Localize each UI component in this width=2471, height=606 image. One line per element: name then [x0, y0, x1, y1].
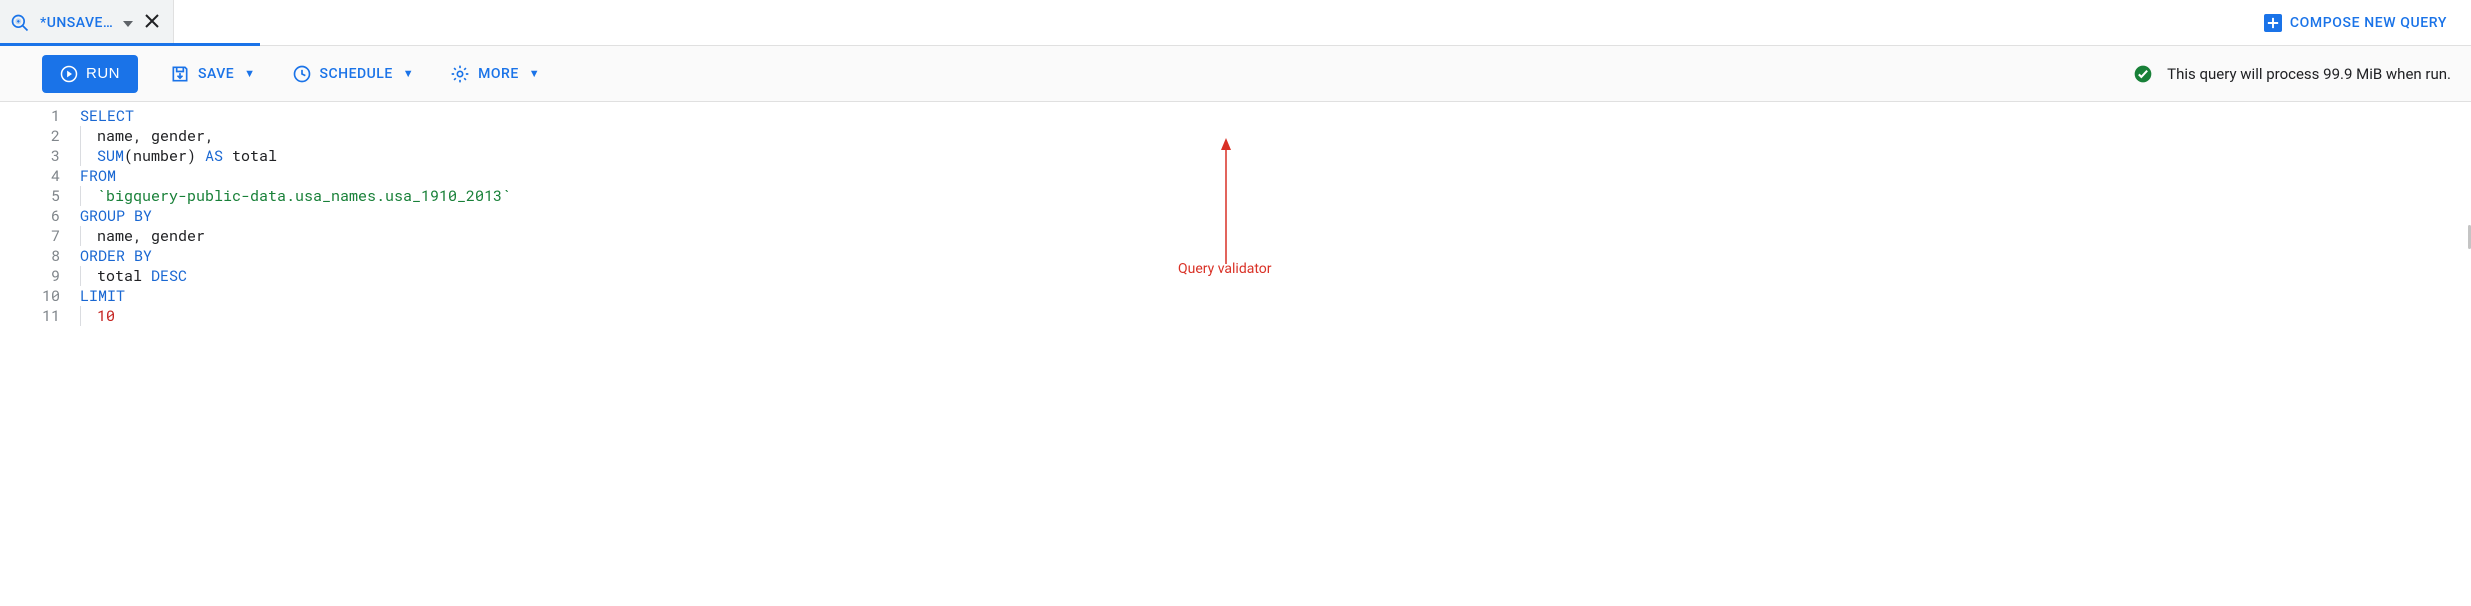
- close-icon[interactable]: [145, 12, 159, 33]
- code-token: FROM: [80, 166, 116, 186]
- line-gutter: 1234567891011: [0, 106, 80, 326]
- code-area[interactable]: SELECTname, gender,SUM(number) AS totalF…: [80, 106, 2471, 326]
- chevron-down-icon: ▼: [403, 67, 414, 80]
- editor-tab[interactable]: *UNSAVE…: [0, 0, 174, 46]
- code-line[interactable]: `bigquery-public-data.usa_names.usa_1910…: [80, 186, 2471, 206]
- code-line[interactable]: total DESC: [80, 266, 2471, 286]
- schedule-button[interactable]: SCHEDULE ▼: [288, 58, 419, 90]
- query-status: This query will process 99.9 MiB when ru…: [2133, 64, 2451, 84]
- query-magnify-icon: [10, 13, 30, 33]
- tabs-bar: *UNSAVE… COMPOSE NEW QUERY: [0, 0, 2471, 46]
- chevron-down-icon: ▼: [244, 67, 255, 80]
- indent-guide: [80, 146, 81, 166]
- indent-guide: [80, 226, 81, 246]
- code-line[interactable]: SELECT: [80, 106, 2471, 126]
- more-label: MORE: [478, 66, 519, 82]
- query-toolbar: RUN SAVE ▼ SCHEDULE ▼ MORE ▼ This query …: [0, 46, 2471, 102]
- line-number: 8: [0, 246, 60, 266]
- code-token: AS: [205, 146, 223, 166]
- tab-title: *UNSAVE…: [40, 15, 113, 31]
- save-label: SAVE: [198, 66, 234, 82]
- line-number: 3: [0, 146, 60, 166]
- indent-guide: [80, 126, 81, 146]
- run-label: RUN: [86, 65, 120, 82]
- code-token: (number): [124, 146, 205, 166]
- status-text: This query will process 99.9 MiB when ru…: [2167, 65, 2451, 83]
- line-number: 1: [0, 106, 60, 126]
- code-line[interactable]: name, gender,: [80, 126, 2471, 146]
- code-token: `bigquery-public-data.usa_names.usa_1910…: [97, 186, 511, 206]
- compose-new-query-button[interactable]: COMPOSE NEW QUERY: [2252, 6, 2459, 40]
- line-number: 10: [0, 286, 60, 306]
- chevron-down-icon: ▼: [529, 67, 540, 80]
- code-line[interactable]: GROUP BY: [80, 206, 2471, 226]
- line-number: 9: [0, 266, 60, 286]
- line-number: 2: [0, 126, 60, 146]
- code-token: name, gender: [97, 226, 205, 246]
- line-number: 5: [0, 186, 60, 206]
- code-token: LIMIT: [80, 286, 125, 306]
- line-number: 4: [0, 166, 60, 186]
- sql-editor[interactable]: 1234567891011 SELECTname, gender,SUM(num…: [0, 102, 2471, 326]
- compose-label: COMPOSE NEW QUERY: [2290, 15, 2447, 31]
- indent-guide: [80, 186, 81, 206]
- code-line[interactable]: SUM(number) AS total: [80, 146, 2471, 166]
- tabs-wrap: *UNSAVE…: [0, 0, 174, 46]
- save-icon: [170, 64, 190, 84]
- check-circle-icon: [2133, 64, 2153, 84]
- tab-dropdown-icon[interactable]: [123, 15, 133, 31]
- save-button[interactable]: SAVE ▼: [166, 58, 260, 90]
- code-line[interactable]: name, gender: [80, 226, 2471, 246]
- gear-icon: [450, 64, 470, 84]
- play-icon: [60, 65, 78, 83]
- line-number: 7: [0, 226, 60, 246]
- code-line[interactable]: FROM: [80, 166, 2471, 186]
- indent-guide: [80, 266, 81, 286]
- code-line[interactable]: LIMIT: [80, 286, 2471, 306]
- code-token: total: [97, 266, 151, 286]
- clock-icon: [292, 64, 312, 84]
- run-button[interactable]: RUN: [42, 55, 138, 93]
- code-line[interactable]: 10: [80, 306, 2471, 326]
- code-token: DESC: [151, 266, 187, 286]
- code-token: name, gender,: [97, 126, 214, 146]
- code-token: ORDER BY: [80, 246, 152, 266]
- code-token: SUM: [97, 146, 124, 166]
- schedule-label: SCHEDULE: [320, 66, 393, 82]
- code-line[interactable]: ORDER BY: [80, 246, 2471, 266]
- plus-icon: [2264, 14, 2282, 32]
- line-number: 11: [0, 306, 60, 326]
- indent-guide: [80, 306, 81, 326]
- more-button[interactable]: MORE ▼: [446, 58, 544, 90]
- code-token: SELECT: [80, 106, 134, 126]
- code-token: GROUP BY: [80, 206, 152, 226]
- code-token: 10: [97, 306, 115, 326]
- code-token: total: [223, 146, 277, 166]
- line-number: 6: [0, 206, 60, 226]
